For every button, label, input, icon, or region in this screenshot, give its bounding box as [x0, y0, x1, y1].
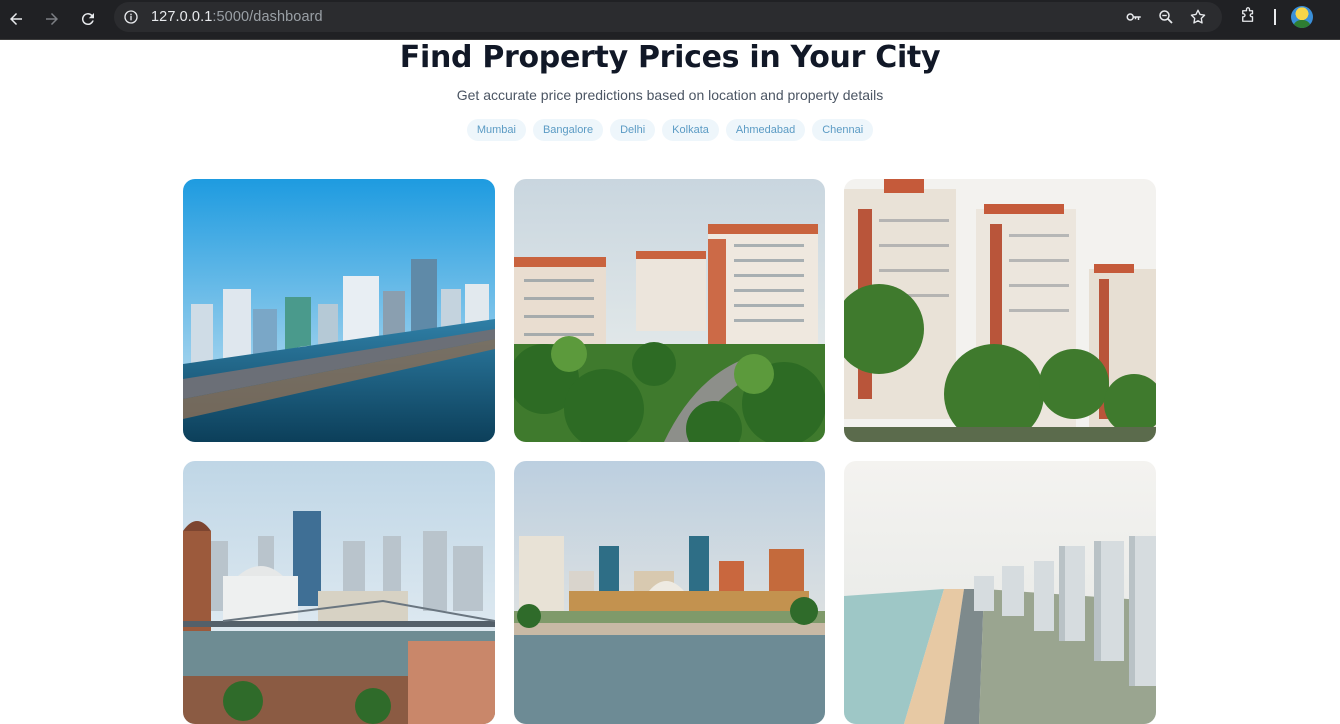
- url-text[interactable]: 127.0.0.1:5000/dashboard: [151, 9, 323, 25]
- site-info-icon[interactable]: [122, 8, 140, 26]
- reload-button[interactable]: [73, 4, 103, 34]
- bangalore-residential-image: [514, 179, 825, 442]
- toolbar-divider: [1274, 9, 1276, 25]
- back-button[interactable]: [1, 4, 31, 34]
- forward-button[interactable]: [37, 4, 67, 34]
- password-key-icon[interactable]: [1124, 7, 1144, 27]
- delhi-apartments-image: [844, 179, 1156, 442]
- city-chip-kolkata[interactable]: Kolkata: [662, 119, 719, 141]
- url-path: :5000/dashboard: [212, 9, 323, 25]
- url-host: 127.0.0.1: [151, 9, 213, 25]
- zoom-icon[interactable]: [1156, 7, 1176, 27]
- ahmedabad-riverfront-image: [514, 461, 825, 724]
- address-bar[interactable]: 127.0.0.1:5000/dashboard: [114, 2, 1222, 32]
- profile-avatar[interactable]: [1291, 6, 1313, 28]
- city-chip-chennai[interactable]: Chennai: [812, 119, 874, 141]
- chennai-beach-image: [844, 461, 1156, 724]
- kolkata-heritage-image: [183, 461, 495, 724]
- city-card-grid: [183, 179, 1156, 724]
- city-card-kolkata[interactable]: [183, 461, 495, 724]
- city-chip-list: Mumbai Bangalore Delhi Kolkata Ahmedabad…: [0, 119, 1340, 141]
- city-card-bangalore[interactable]: [514, 179, 825, 442]
- bookmark-star-icon[interactable]: [1188, 7, 1208, 27]
- page-title: Find Property Prices in Your City: [399, 40, 941, 75]
- forward-arrow-icon: [46, 13, 58, 25]
- city-card-mumbai[interactable]: [183, 179, 495, 442]
- city-card-delhi[interactable]: [844, 179, 1156, 442]
- page-subtitle: Get accurate price predictions based on …: [456, 87, 884, 103]
- city-card-chennai[interactable]: [844, 461, 1156, 724]
- city-chip-mumbai[interactable]: Mumbai: [466, 119, 526, 141]
- city-chip-delhi[interactable]: Delhi: [610, 119, 656, 141]
- extensions-puzzle-icon[interactable]: [1238, 6, 1258, 26]
- city-card-ahmedabad[interactable]: [514, 461, 825, 724]
- reload-icon: [81, 13, 94, 26]
- city-chip-ahmedabad[interactable]: Ahmedabad: [725, 119, 806, 141]
- city-chip-bangalore[interactable]: Bangalore: [532, 119, 604, 141]
- back-arrow-icon: [10, 13, 22, 25]
- mumbai-skyline-image: [183, 179, 495, 442]
- browser-toolbar: 127.0.0.1:5000/dashboard: [0, 0, 1340, 39]
